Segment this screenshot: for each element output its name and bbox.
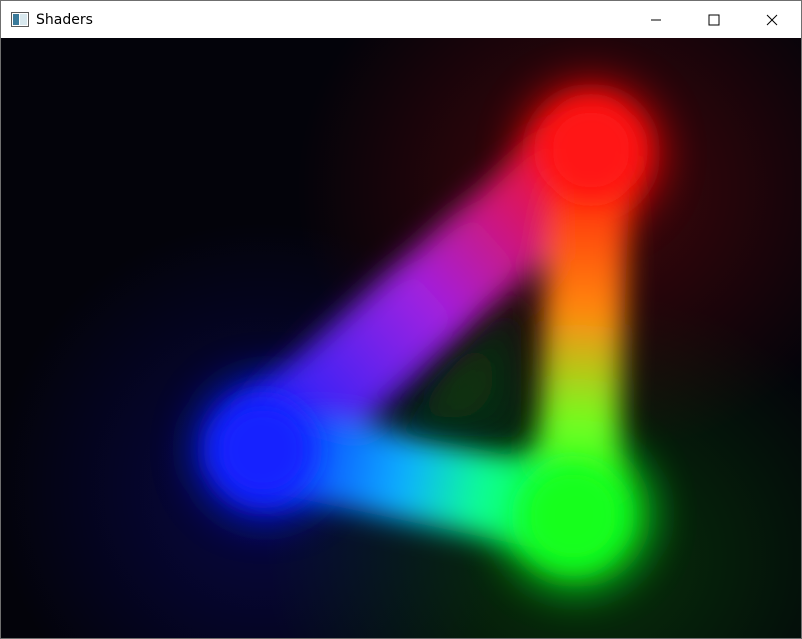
window-title: Shaders: [36, 12, 93, 28]
maximize-icon: [708, 14, 720, 25]
title-bar[interactable]: Shaders: [1, 1, 801, 38]
shader-canvas[interactable]: [1, 38, 801, 638]
close-icon: [766, 14, 778, 25]
vertex-red: [543, 102, 639, 198]
minimize-button[interactable]: [627, 1, 685, 38]
edge-red-green: [536, 113, 631, 553]
shader-triangle: [196, 83, 661, 588]
close-button[interactable]: [743, 1, 801, 38]
app-window: Shaders: [0, 0, 802, 639]
maximize-button[interactable]: [685, 1, 743, 38]
app-window-icon: [11, 12, 29, 27]
vertex-blue: [213, 400, 313, 500]
vertex-green: [521, 464, 625, 568]
minimize-icon: [651, 19, 661, 20]
